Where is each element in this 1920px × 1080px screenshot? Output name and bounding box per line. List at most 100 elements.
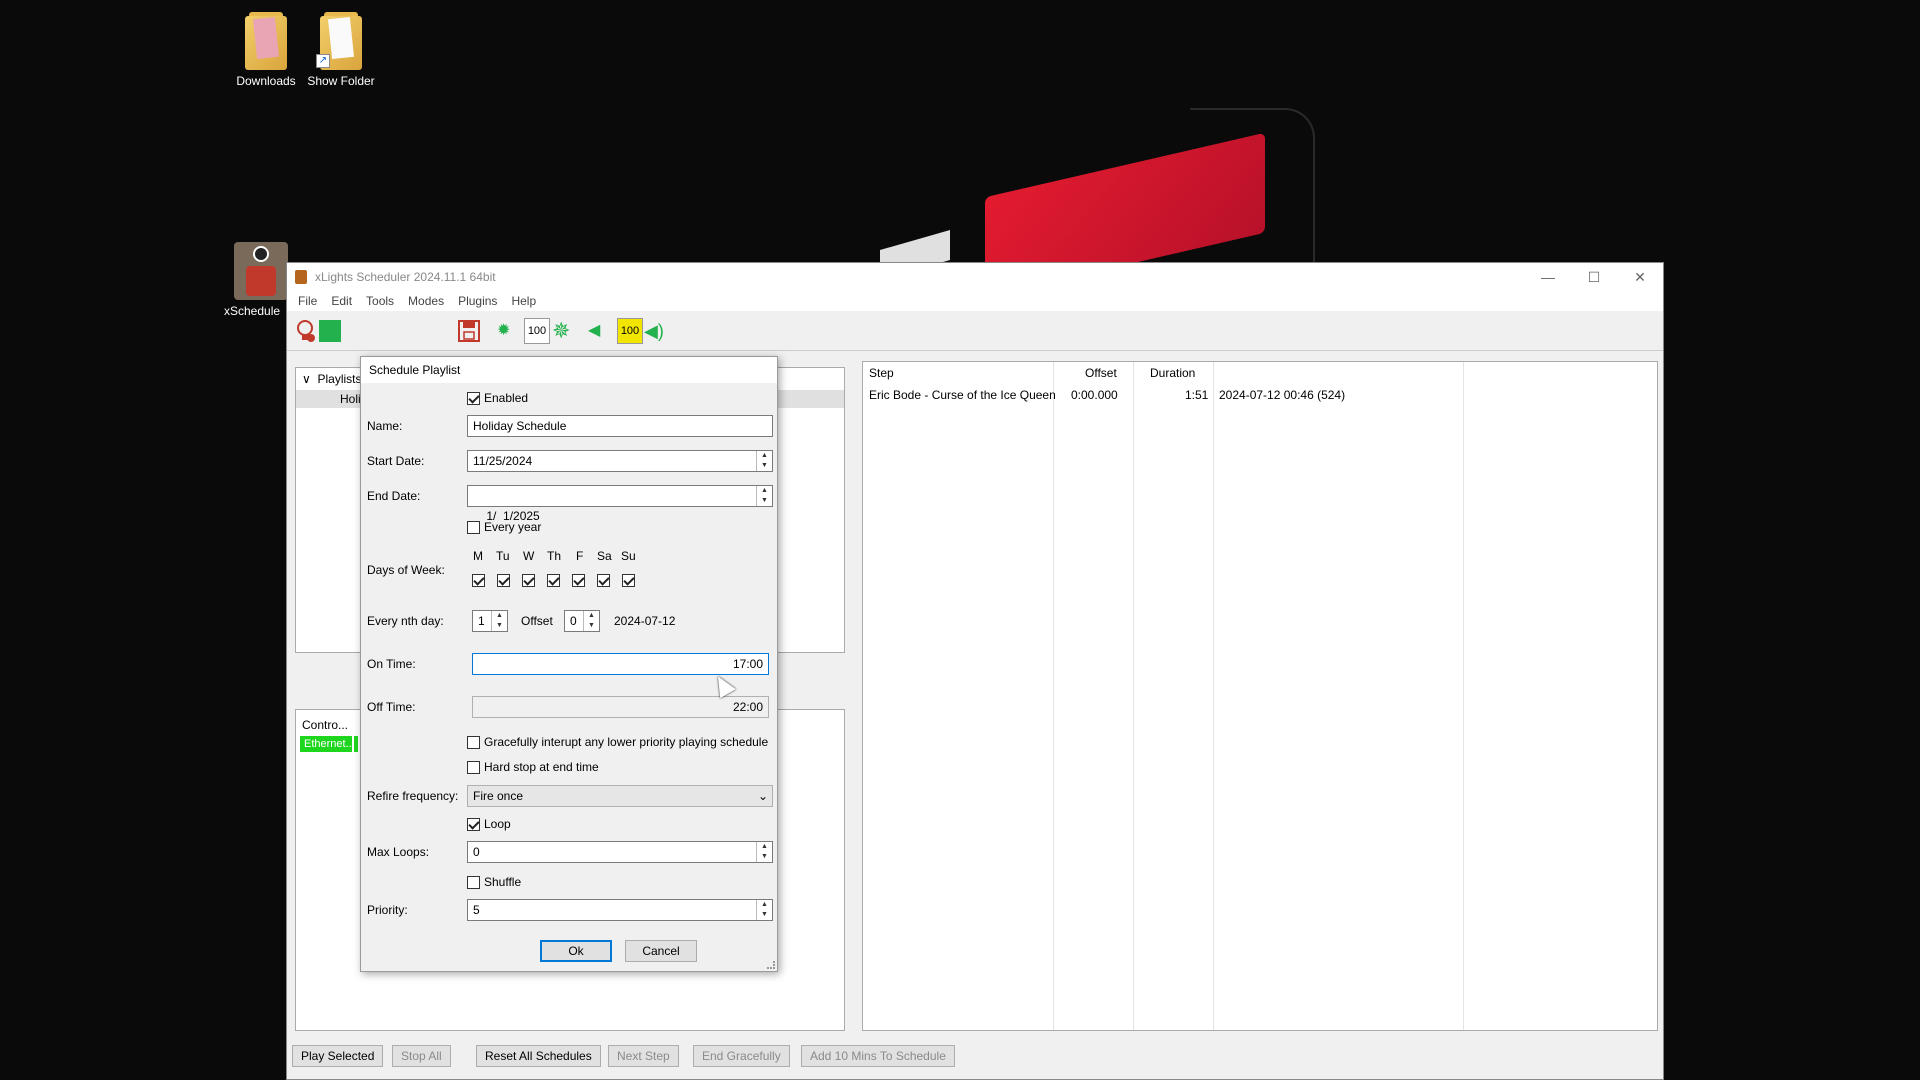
day-checkbox-fri[interactable] bbox=[572, 574, 589, 587]
day-checkbox-sun[interactable] bbox=[622, 574, 639, 587]
day-checkbox-mon[interactable] bbox=[472, 574, 489, 587]
desktop-icon-show-folder[interactable]: ↗ Show Folder bbox=[299, 12, 383, 88]
tree-root[interactable]: ∨ Playlists bbox=[302, 372, 361, 386]
name-field[interactable]: Holiday Schedule bbox=[467, 415, 773, 437]
refire-frequency-label: Refire frequency: bbox=[367, 789, 459, 803]
menu-plugins[interactable]: Plugins bbox=[451, 294, 504, 308]
menu-file[interactable]: File bbox=[291, 294, 324, 308]
tree-root-label: Playlists bbox=[317, 372, 362, 386]
desktop-icon-label: xSchedule bbox=[224, 304, 281, 318]
reset-all-schedules-button[interactable]: Reset All Schedules bbox=[476, 1045, 601, 1067]
menu-modes[interactable]: Modes bbox=[401, 294, 451, 308]
output-status-icon[interactable] bbox=[319, 320, 341, 342]
menu-tools[interactable]: Tools bbox=[359, 294, 401, 308]
stepper-spinner[interactable]: ▲ ▼ bbox=[756, 900, 772, 920]
day-label-fri: F bbox=[576, 549, 584, 563]
table-row-duration: 1:51 bbox=[1185, 388, 1209, 402]
stop-all-button[interactable]: Stop All bbox=[392, 1045, 451, 1067]
stepper-spinner[interactable]: ▲ ▼ bbox=[583, 611, 599, 631]
max-loops-label: Max Loops: bbox=[367, 845, 430, 859]
folder-icon bbox=[239, 12, 293, 70]
folder-shortcut-icon: ↗ bbox=[314, 12, 368, 70]
table-row-step[interactable]: Eric Bode - Curse of the Ice Queen bbox=[869, 388, 1056, 402]
every-year-checkbox[interactable]: Every year bbox=[467, 520, 541, 534]
table-row-extra: 2024-07-12 00:46 (524) bbox=[1219, 388, 1346, 402]
refire-frequency-select[interactable]: Fire once ⌄ bbox=[467, 785, 773, 807]
end-gracefully-button[interactable]: End Gracefully bbox=[693, 1045, 790, 1067]
resize-grip-icon[interactable] bbox=[767, 961, 775, 969]
day-label-sun: Su bbox=[621, 549, 636, 563]
graceful-interrupt-checkbox[interactable]: Gracefully interupt any lower priority p… bbox=[467, 735, 768, 749]
close-icon[interactable]: ✕ bbox=[1617, 269, 1663, 286]
lightbulb-icon[interactable] bbox=[295, 318, 317, 344]
shuffle-checkbox[interactable]: Shuffle bbox=[467, 875, 521, 889]
add-10-mins-button[interactable]: Add 10 Mins To Schedule bbox=[801, 1045, 955, 1067]
ethernet-status[interactable]: Ethernet... bbox=[300, 736, 355, 752]
brightness-high-icon[interactable]: ✵ bbox=[552, 318, 576, 344]
day-checkbox-thu[interactable] bbox=[547, 574, 564, 587]
nth-day-date: 2024-07-12 bbox=[614, 614, 676, 628]
desktop-icon-xschedule[interactable]: xSchedule bbox=[224, 242, 294, 318]
dialog-title: Schedule Playlist bbox=[361, 357, 777, 383]
brightness-low-icon[interactable]: ✹ bbox=[497, 318, 513, 344]
day-label-mon: M bbox=[473, 549, 483, 563]
next-step-button[interactable]: Next Step bbox=[608, 1045, 679, 1067]
day-label-tue: Tu bbox=[496, 549, 510, 563]
brightness-value[interactable]: 100 bbox=[524, 318, 550, 344]
offset-stepper[interactable]: 0 ▲ ▼ bbox=[564, 610, 600, 632]
menu-bar: File Edit Tools Modes Plugins Help bbox=[287, 291, 1663, 311]
ok-button[interactable]: Ok bbox=[540, 940, 612, 962]
minimize-icon[interactable]: — bbox=[1525, 269, 1571, 286]
priority-label: Priority: bbox=[367, 903, 408, 917]
volume-low-icon[interactable]: ◀ bbox=[588, 318, 606, 344]
app-icon bbox=[295, 270, 307, 284]
shortcut-arrow-icon: ↗ bbox=[316, 54, 330, 68]
menu-edit[interactable]: Edit bbox=[324, 294, 359, 308]
day-checkbox-sat[interactable] bbox=[597, 574, 614, 587]
table-row-offset: 0:00.000 bbox=[1071, 388, 1118, 402]
on-time-label: On Time: bbox=[367, 657, 416, 671]
start-date-label: Start Date: bbox=[367, 454, 425, 468]
cancel-button[interactable]: Cancel bbox=[625, 940, 697, 962]
every-nth-day-label: Every nth day: bbox=[367, 614, 444, 628]
maximize-icon[interactable]: ☐ bbox=[1571, 269, 1617, 286]
volume-high-icon[interactable]: ◀) bbox=[644, 318, 672, 344]
day-label-sat: Sa bbox=[597, 549, 612, 563]
menu-help[interactable]: Help bbox=[504, 294, 543, 308]
start-date-picker[interactable]: 11/25/2024 ▲ ▼ bbox=[467, 450, 773, 472]
name-label: Name: bbox=[367, 419, 403, 433]
end-date-picker[interactable]: 1/ 1/2025 ▲ ▼ bbox=[467, 485, 773, 523]
stepper-spinner[interactable]: ▲ ▼ bbox=[756, 842, 772, 862]
day-label-wed: W bbox=[523, 549, 535, 563]
max-loops-stepper[interactable]: 0 ▲ ▼ bbox=[467, 841, 773, 863]
day-checkbox-tue[interactable] bbox=[497, 574, 514, 587]
every-nth-day-stepper[interactable]: 1 ▲ ▼ bbox=[472, 610, 508, 632]
day-label-thu: Th bbox=[547, 549, 562, 563]
priority-stepper[interactable]: 5 ▲ ▼ bbox=[467, 899, 773, 921]
xschedule-app-icon bbox=[234, 242, 288, 300]
chevron-down-icon[interactable]: ∨ bbox=[302, 372, 311, 386]
play-selected-button[interactable]: Play Selected bbox=[292, 1045, 384, 1067]
off-time-label: Off Time: bbox=[367, 700, 416, 714]
column-header-duration[interactable]: Duration bbox=[1150, 366, 1195, 380]
date-spinner[interactable]: ▲ ▼ bbox=[756, 451, 772, 471]
day-checkbox-wed[interactable] bbox=[522, 574, 539, 587]
chevron-down-icon: ⌄ bbox=[757, 789, 768, 803]
checkbox-box bbox=[467, 391, 480, 405]
save-icon[interactable] bbox=[457, 318, 481, 344]
loop-checkbox[interactable]: Loop bbox=[467, 817, 511, 831]
steps-grid: Step Offset Duration Eric Bode - Curse o… bbox=[862, 361, 1658, 1031]
window-titlebar: xLights Scheduler 2024.11.1 64bit — ☐ ✕ bbox=[287, 263, 1663, 291]
date-spinner[interactable]: ▲ ▼ bbox=[756, 486, 772, 506]
volume-value[interactable]: 100 bbox=[617, 318, 643, 344]
desktop-icon-label: Show Folder bbox=[307, 74, 375, 88]
stepper-spinner[interactable]: ▲ ▼ bbox=[491, 611, 507, 631]
checkbox-box bbox=[467, 520, 480, 534]
hard-stop-checkbox[interactable]: Hard stop at end time bbox=[467, 760, 599, 774]
offset-label: Offset bbox=[521, 614, 553, 628]
desktop-icon-downloads[interactable]: Downloads bbox=[224, 12, 308, 88]
column-header-step[interactable]: Step bbox=[869, 366, 894, 380]
off-time-field[interactable]: 22:00 bbox=[472, 696, 769, 718]
column-header-offset[interactable]: Offset bbox=[1085, 366, 1117, 380]
enabled-checkbox[interactable]: Enabled bbox=[467, 391, 528, 405]
